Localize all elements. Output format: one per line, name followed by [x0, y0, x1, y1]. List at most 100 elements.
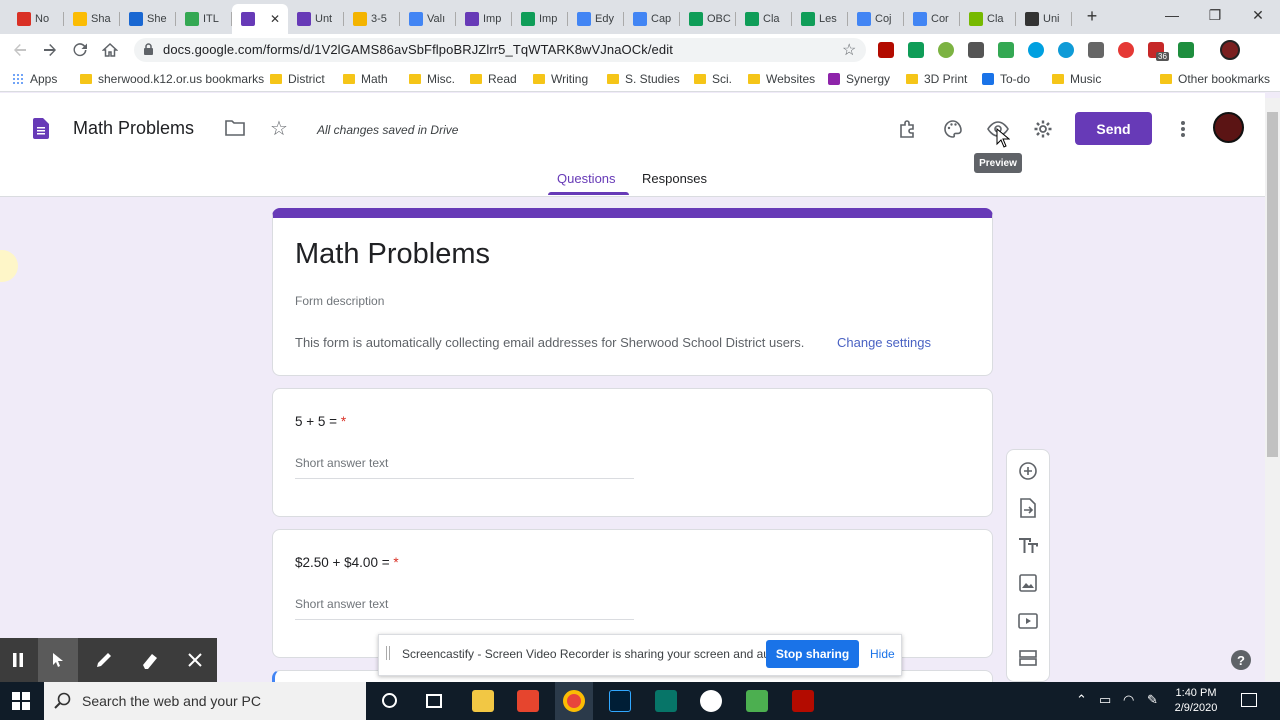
hide-banner-button[interactable]: Hide	[870, 647, 895, 661]
screencastify-taskbar-icon[interactable]	[517, 690, 539, 712]
bookmark-item[interactable]: To-do	[982, 72, 1030, 86]
stop-sharing-button[interactable]: Stop sharing	[766, 640, 859, 668]
add-video-button[interactable]	[1017, 610, 1039, 632]
restore-button[interactable]: ❐	[1193, 0, 1237, 30]
browser-tab[interactable]: Sha	[64, 4, 120, 34]
more-options-icon[interactable]	[1180, 120, 1186, 143]
browser-tab[interactable]: Cla	[736, 4, 792, 34]
url-text[interactable]: docs.google.com/forms/d/1V2lGAMS86avSbFf…	[163, 42, 673, 57]
browser-tab[interactable]: Cor	[904, 4, 960, 34]
change-settings-link[interactable]: Change settings	[837, 335, 931, 350]
import-questions-button[interactable]	[1017, 497, 1039, 519]
publisher-icon[interactable]	[655, 690, 677, 712]
star-icon[interactable]: ☆	[270, 116, 288, 141]
browser-tab[interactable]: ITL	[176, 4, 232, 34]
forms-logo-icon[interactable]	[33, 118, 49, 144]
green-extension-icon[interactable]	[938, 42, 954, 58]
browser-tab[interactable]: She	[120, 4, 176, 34]
browser-tab[interactable]: Valı	[400, 4, 456, 34]
add-image-button[interactable]	[1017, 572, 1039, 594]
bookmark-item[interactable]: Music	[1052, 72, 1101, 86]
cortana-icon[interactable]	[382, 693, 397, 708]
bookmark-item[interactable]: Apps	[12, 72, 57, 86]
customize-theme-button[interactable]	[942, 118, 964, 140]
power-icon[interactable]: ▭	[1099, 692, 1111, 708]
screencast-extension-icon[interactable]	[1088, 42, 1104, 58]
drag-handle-icon[interactable]	[386, 646, 390, 660]
settings-button[interactable]	[1032, 118, 1054, 140]
browser-tab[interactable]: Imp	[512, 4, 568, 34]
edge-extension-icon[interactable]	[1058, 42, 1074, 58]
browser-tab[interactable]: OBC	[680, 4, 736, 34]
help-icon[interactable]: ?	[1231, 650, 1251, 670]
question-card[interactable]	[272, 388, 993, 517]
account-avatar[interactable]	[1213, 112, 1244, 143]
green-app-icon[interactable]	[746, 690, 768, 712]
close-tab-icon[interactable]: ✕	[270, 12, 280, 26]
forward-button[interactable]	[38, 38, 62, 62]
acrobat-extension-icon[interactable]	[878, 42, 894, 58]
red-extension-icon[interactable]	[1118, 42, 1134, 58]
profile-avatar[interactable]	[1220, 40, 1240, 60]
browser-tab[interactable]: Les	[792, 4, 848, 34]
bookmark-item[interactable]: Sci.	[694, 72, 732, 86]
bookmark-item[interactable]: Writing	[533, 72, 588, 86]
task-view-icon[interactable]	[426, 694, 442, 708]
browser-tab[interactable]: Cla	[960, 4, 1016, 34]
add-section-button[interactable]	[1017, 647, 1039, 669]
file-explorer-icon[interactable]	[472, 690, 494, 712]
bookmark-item[interactable]: S. Studies	[607, 72, 680, 86]
move-to-folder-icon[interactable]	[225, 119, 245, 141]
browser-tab[interactable]: Cap	[624, 4, 680, 34]
form-title-card[interactable]	[272, 208, 993, 376]
add-question-button[interactable]	[1017, 460, 1039, 482]
back-button[interactable]	[8, 38, 32, 62]
browser-tab[interactable]: 3-5	[344, 4, 400, 34]
photoshop-icon[interactable]	[609, 690, 631, 712]
bookmark-item[interactable]: Other bookmarks	[1160, 72, 1270, 86]
new-tab-button[interactable]: +	[1082, 6, 1102, 26]
reload-button[interactable]	[68, 38, 92, 62]
bookmark-item[interactable]: Synergy	[828, 72, 890, 86]
pen-tool-button[interactable]	[94, 650, 114, 670]
close-annotation-button[interactable]	[185, 650, 205, 670]
acrobat-icon[interactable]	[792, 690, 814, 712]
addons-button[interactable]	[897, 118, 919, 140]
pen-workspace-icon[interactable]: ✎	[1147, 692, 1158, 708]
tab-responses[interactable]: Responses	[642, 171, 707, 186]
sheets-extension-icon[interactable]	[908, 42, 924, 58]
bookmark-item[interactable]: Misc.	[409, 72, 455, 86]
browser-tab[interactable]: Edy	[568, 4, 624, 34]
bookmark-item[interactable]: 3D Print	[906, 72, 967, 86]
bookmark-star-icon[interactable]: ☆	[842, 40, 856, 60]
wifi-icon[interactable]: ◠	[1123, 692, 1134, 708]
grid-extension-icon[interactable]	[998, 42, 1014, 58]
chrome-icon[interactable]	[563, 690, 585, 712]
system-clock[interactable]: 1:40 PM 2/9/2020	[1168, 686, 1224, 716]
bookmark-item[interactable]: Math	[343, 72, 388, 86]
send-button[interactable]: Send	[1075, 112, 1152, 145]
bookmark-item[interactable]: Websites	[748, 72, 815, 86]
circle-extension-icon[interactable]	[1028, 42, 1044, 58]
tab-questions[interactable]: Questions	[557, 171, 616, 186]
browser-tab[interactable]: Coj	[848, 4, 904, 34]
document-title[interactable]: Math Problems	[73, 118, 194, 139]
classroom-extension-icon[interactable]	[1178, 42, 1194, 58]
eraser-tool-button[interactable]	[140, 650, 160, 670]
taskbar-search-box[interactable]: Search the web and your PC	[44, 682, 366, 720]
browser-tab[interactable]: No	[8, 4, 64, 34]
notifications-icon[interactable]	[1241, 693, 1257, 707]
form-title[interactable]: Math Problems	[295, 238, 490, 271]
scrollbar-thumb[interactable]	[1267, 112, 1278, 457]
shield-extension-icon[interactable]	[968, 42, 984, 58]
itunes-icon[interactable]	[700, 690, 722, 712]
browser-tab[interactable]: Uni	[1016, 4, 1072, 34]
close-window-button[interactable]: ✕	[1236, 0, 1280, 30]
minimize-button[interactable]: —	[1150, 0, 1194, 30]
bookmark-item[interactable]: District	[270, 72, 325, 86]
browser-tab[interactable]: Unt	[288, 4, 344, 34]
bookmark-item[interactable]: sherwood.k12.or.us bookmarks	[80, 72, 264, 86]
form-description-field[interactable]: Form description	[295, 294, 384, 308]
browser-tab[interactable]: Imp	[456, 4, 512, 34]
add-title-button[interactable]	[1017, 535, 1039, 557]
